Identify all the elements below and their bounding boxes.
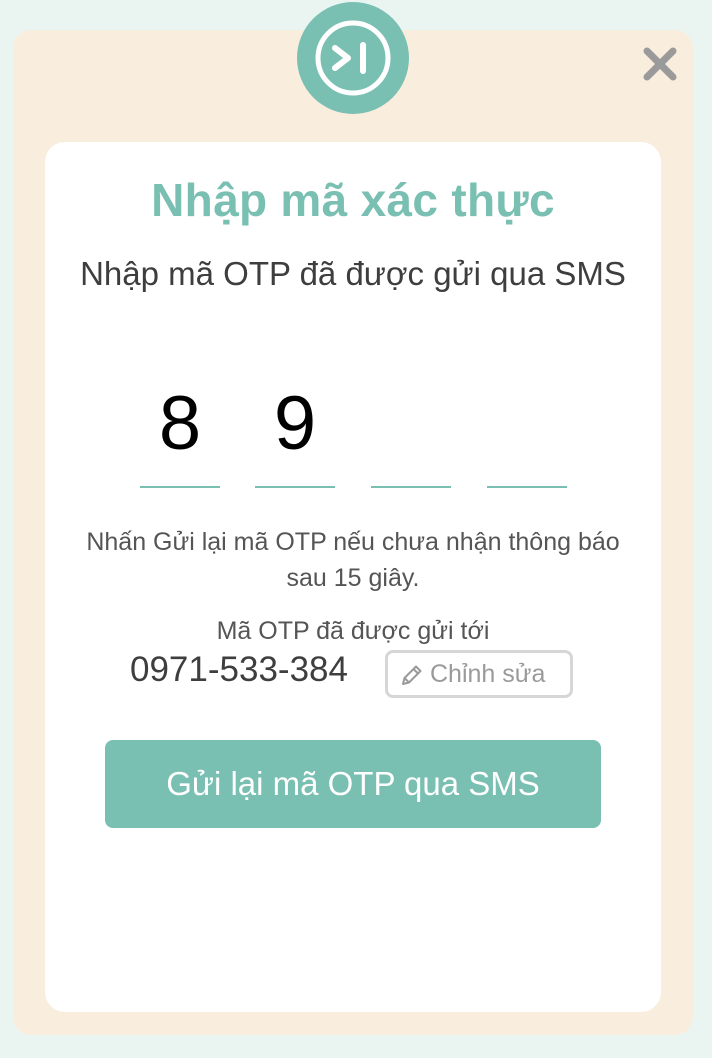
otp-digit-1[interactable]: 8 <box>140 378 220 488</box>
dialog-title: Nhập mã xác thực <box>151 174 555 226</box>
dialog-subtitle: Nhập mã OTP đã được gửi qua SMS <box>80 255 626 292</box>
skip-forward-logo-icon <box>297 2 409 114</box>
close-button[interactable] <box>640 44 680 84</box>
resend-otp-button[interactable]: Gửi lại mã OTP qua SMS <box>105 740 601 828</box>
edit-phone-button[interactable]: Chỉnh sửa <box>385 650 573 698</box>
otp-digit-3[interactable] <box>371 378 451 488</box>
otp-digit-4[interactable] <box>487 378 567 488</box>
otp-input-group: 8 9 <box>140 378 580 488</box>
edit-phone-label: Chỉnh sửa <box>430 660 546 688</box>
resend-hint: Nhấn Gửi lại mã OTP nếu chưa nhận thông … <box>86 528 620 592</box>
otp-digit-2[interactable]: 9 <box>255 378 335 488</box>
otp-card: Nhập mã xác thực Nhập mã OTP đã được gửi… <box>45 142 661 1012</box>
close-icon <box>643 47 677 81</box>
phone-number: 0971-533-384 <box>130 650 348 689</box>
pencil-icon <box>397 661 425 703</box>
sent-to-label: Mã OTP đã được gửi tới <box>216 617 490 645</box>
